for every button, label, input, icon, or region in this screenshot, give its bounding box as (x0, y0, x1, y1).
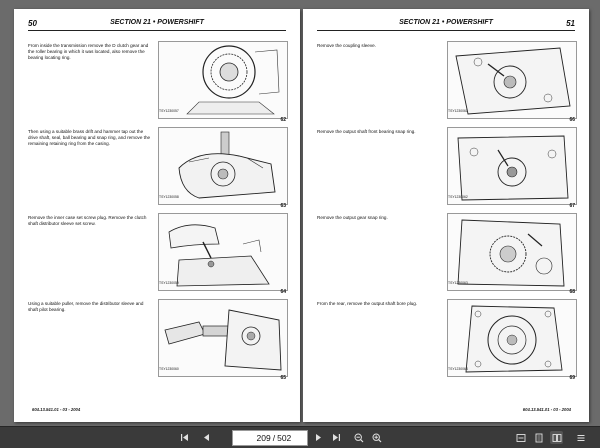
figure-illustration (447, 299, 577, 377)
page-footer: 604.13.541.01 - 03 - 2004 (32, 407, 81, 412)
page-number: 51 (566, 19, 575, 28)
page-number-input[interactable] (248, 433, 271, 443)
step-text: Remove the inner case set screw plug. Re… (28, 215, 147, 226)
procedure-step: From the rear, remove the output shaft b… (317, 295, 577, 381)
total-pages: 502 (277, 433, 292, 443)
figure-illustration (447, 41, 577, 119)
figure-code: TSY1230063 (448, 281, 468, 285)
step-text: Remove the output gear snap ring. (317, 215, 388, 220)
menu-icon[interactable] (574, 431, 587, 444)
figure-code: TSY1230057 (159, 109, 179, 113)
figure-illustration (158, 41, 288, 119)
figure-number: 69 (569, 375, 575, 381)
single-page-icon[interactable] (550, 431, 563, 444)
step-text: Remove the output shaft front bearing sn… (317, 129, 416, 134)
zoom-in-icon[interactable] (370, 431, 383, 444)
step-text: Using a suitable puller, remove the dist… (28, 301, 144, 312)
figure-code: TSY1230058 (159, 195, 179, 199)
figure-code: TSY1230060 (159, 367, 179, 371)
step-text: Remove the coupling sleeve. (317, 43, 376, 48)
zoom-out-icon[interactable] (352, 431, 365, 444)
step-text: From inside the transmission remove the … (28, 43, 149, 60)
figure-illustration (447, 127, 577, 205)
fit-page-icon[interactable] (532, 431, 545, 444)
step-text: Then using a suitable brass drift and ha… (28, 129, 151, 146)
figure-illustration (447, 213, 577, 291)
page-footer: 604.13.541.01 - 03 - 2004 (522, 407, 571, 412)
previous-page-icon[interactable] (200, 431, 213, 444)
section-title: SECTION 21 • POWERSHIFT (399, 19, 493, 26)
procedure-step: Remove the inner case set screw plug. Re… (28, 209, 288, 295)
procedure-step: Remove the output gear snap ring. TSY123… (317, 209, 577, 295)
procedure-step: Remove the coupling sleeve. TSY1230061 6… (317, 37, 577, 123)
last-page-icon[interactable] (330, 431, 343, 444)
right-page: SECTION 21 • POWERSHIFT 51 Remove the co… (303, 9, 589, 422)
page-header: 50 SECTION 21 • POWERSHIFT (28, 18, 286, 31)
section-title: SECTION 21 • POWERSHIFT (110, 19, 204, 26)
viewer-toolbar: / 502 (0, 426, 600, 448)
left-page: 50 SECTION 21 • POWERSHIFT From inside t… (14, 9, 300, 422)
page-separator: / (272, 433, 276, 443)
figure-illustration (158, 127, 288, 205)
fit-width-icon[interactable] (514, 431, 527, 444)
figure-number: 65 (280, 375, 286, 381)
first-page-icon[interactable] (178, 431, 191, 444)
page-navigator: / 502 (232, 430, 308, 446)
document-viewport[interactable]: 50 SECTION 21 • POWERSHIFT From inside t… (0, 0, 600, 426)
figure-illustration (158, 299, 288, 377)
figure-illustration (158, 213, 288, 291)
figure-code: TSY1230062 (448, 195, 468, 199)
step-text: From the rear, remove the output shaft b… (317, 301, 418, 306)
procedure-step: Remove the output shaft front bearing sn… (317, 123, 577, 209)
figure-code: TSY1230061 (448, 109, 468, 113)
figure-code: TSY1230059 (159, 281, 179, 285)
figure-code: TSY1230064 (448, 367, 468, 371)
next-page-icon[interactable] (312, 431, 325, 444)
procedure-step: From inside the transmission remove the … (28, 37, 288, 123)
procedure-step: Using a suitable puller, remove the dist… (28, 295, 288, 381)
page-header: SECTION 21 • POWERSHIFT 51 (317, 18, 575, 31)
procedure-step: Then using a suitable brass drift and ha… (28, 123, 288, 209)
